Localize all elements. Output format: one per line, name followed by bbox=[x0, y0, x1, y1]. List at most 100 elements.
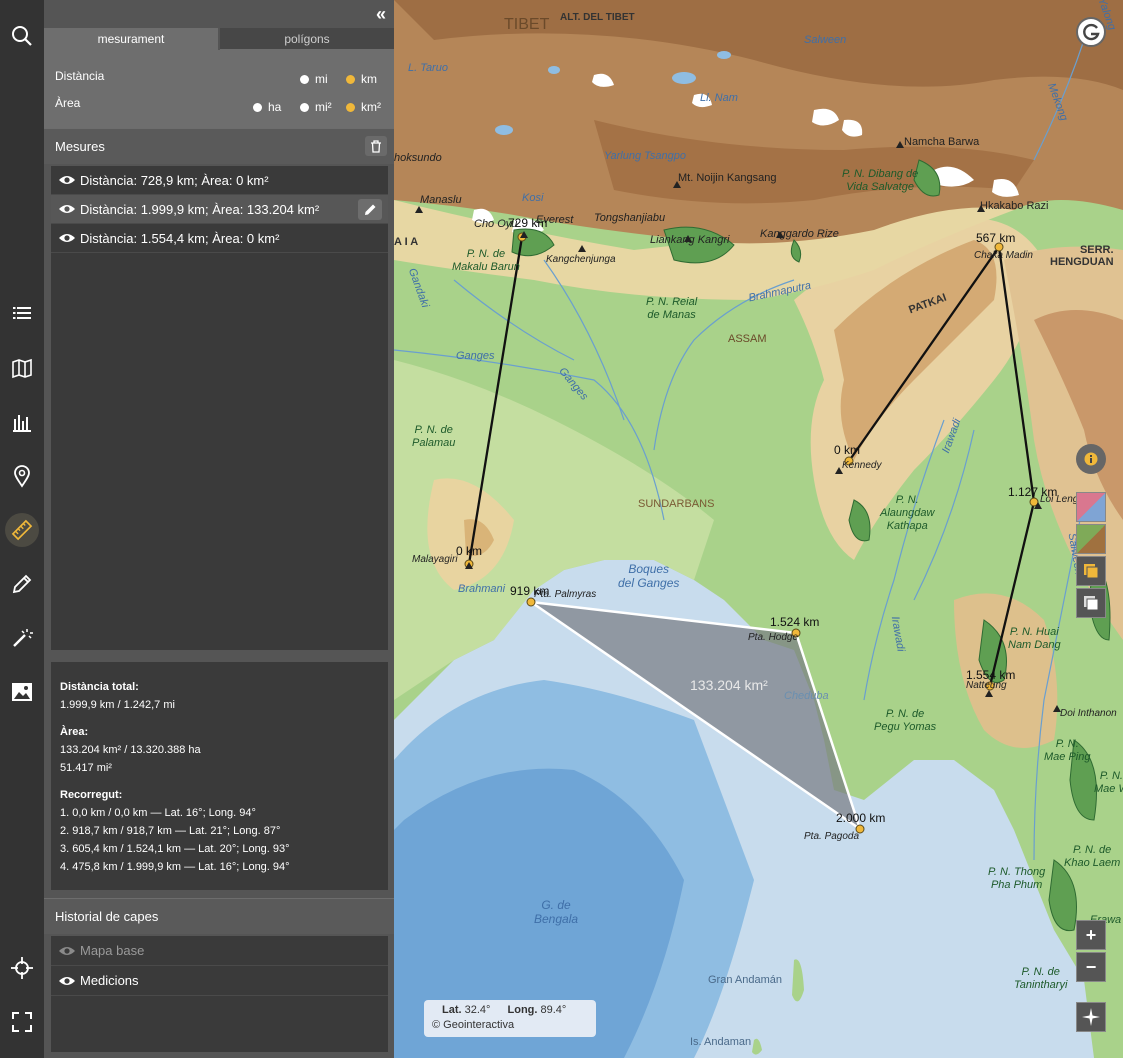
radio-mi2[interactable]: mi² bbox=[300, 100, 332, 114]
radio-ha[interactable]: ha bbox=[253, 100, 281, 114]
layers-stack-icon[interactable] bbox=[1076, 588, 1106, 618]
map-label: Tongshanjiabu bbox=[594, 212, 666, 224]
map-label: P. N. Alaungdaw Kathapa bbox=[880, 494, 935, 532]
radio-dot bbox=[253, 102, 262, 112]
map-label: Kennedy bbox=[842, 460, 882, 471]
long-value: 89.4° bbox=[540, 1004, 567, 1016]
measure-text: Distància: 1.554,4 km; Àrea: 0 km² bbox=[80, 230, 280, 246]
eye-icon[interactable] bbox=[58, 232, 76, 244]
area-value: 133.204 km² / 13.320.388 ha bbox=[60, 744, 201, 756]
map-label: Gran Andamán bbox=[708, 974, 782, 986]
map-label: Ganges bbox=[456, 350, 495, 362]
edit-pencil-icon[interactable] bbox=[358, 199, 382, 220]
map-label: G. de Bengala bbox=[534, 898, 579, 926]
map-book-icon[interactable] bbox=[0, 348, 44, 388]
map-label: Chaka Madin bbox=[974, 250, 1033, 261]
measure-details: Distància total: 1.999,9 km / 1.242,7 mi… bbox=[51, 662, 388, 890]
compass-icon[interactable] bbox=[1076, 1002, 1106, 1032]
map-label: Doi Inthanon bbox=[1060, 708, 1117, 719]
measure-item[interactable]: Distància: 728,9 km; Àrea: 0 km² bbox=[51, 166, 388, 195]
map-label: P. N. de Palamau bbox=[412, 424, 456, 449]
image-icon[interactable] bbox=[0, 672, 44, 712]
radio-label: mi² bbox=[315, 100, 332, 114]
list-icon[interactable] bbox=[0, 293, 44, 333]
layer-item[interactable]: Mapa base bbox=[51, 936, 388, 966]
map-label: Yarlung Tsangpo bbox=[604, 150, 686, 162]
eye-icon[interactable] bbox=[58, 203, 76, 215]
measure-label: 567 km bbox=[976, 231, 1016, 245]
map-label: ASSAM bbox=[728, 333, 767, 345]
map-label: P. N. Mae W bbox=[1094, 770, 1123, 795]
magic-wand-icon[interactable] bbox=[0, 618, 44, 658]
measure-label: 1.554 km bbox=[966, 668, 1016, 682]
measure-label: 729 km bbox=[508, 216, 548, 230]
map-label: Pta. Hodge bbox=[748, 632, 799, 643]
radio-mi[interactable]: mi bbox=[300, 72, 328, 86]
map-label: Namcha Barwa bbox=[904, 136, 980, 148]
map-label: Kanggardo Rize bbox=[760, 228, 839, 240]
zoom-in-button[interactable]: + bbox=[1076, 920, 1106, 950]
tool-rail bbox=[0, 0, 44, 1058]
measure-label: 1.127 km bbox=[1008, 485, 1058, 499]
area-value-mi2: 51.417 mi² bbox=[60, 762, 112, 774]
radio-dot bbox=[346, 102, 355, 112]
route-title: Recorregut: bbox=[60, 789, 123, 801]
lat-value: 32.4° bbox=[464, 1004, 491, 1016]
map-label: Hkakabo Razi bbox=[980, 200, 1049, 212]
layer-style-icon[interactable] bbox=[1076, 492, 1106, 522]
layers-copy-icon[interactable] bbox=[1076, 556, 1106, 586]
map-label: Salween bbox=[804, 34, 847, 46]
measure-label: 0 km bbox=[834, 443, 861, 457]
map-label: hoksundo bbox=[394, 152, 442, 164]
history-title: Historial de capes bbox=[55, 909, 159, 924]
map-label: P. N. Reial de Manas bbox=[646, 296, 698, 321]
area-unit-label: Àrea bbox=[55, 96, 81, 110]
map-label: SERR. HENGDUAN bbox=[1050, 244, 1114, 268]
layer-item[interactable]: Medicions bbox=[51, 966, 388, 996]
map-label: Pta. Pagoda bbox=[804, 831, 860, 842]
map-terrain bbox=[394, 0, 1123, 1058]
map-label: Liankang Kangri bbox=[650, 234, 730, 246]
eye-icon[interactable] bbox=[58, 945, 76, 957]
eye-icon[interactable] bbox=[58, 174, 76, 186]
radio-km[interactable]: km bbox=[346, 72, 377, 86]
map-view[interactable]: TIBET ALT. DEL TIBET Salween Yalong L. T… bbox=[394, 0, 1123, 1058]
map-label: Mt. Noijin Kangsang bbox=[678, 172, 777, 184]
radio-dot bbox=[346, 74, 355, 84]
measure-text: Distància: 1.999,9 km; Àrea: 133.204 km² bbox=[80, 201, 320, 217]
coordinate-readout: Lat. 32.4° Long. 89.4° © Geointeractiva bbox=[424, 1000, 596, 1037]
measure-item-selected[interactable]: Distància: 1.999,9 km; Àrea: 133.204 km² bbox=[51, 195, 388, 224]
fullscreen-icon[interactable] bbox=[0, 1002, 44, 1042]
double-chevron-left-icon[interactable]: « bbox=[376, 5, 386, 23]
measure-label: 1.524 km bbox=[770, 615, 820, 629]
side-panel: « mesurament polígons Distància Àrea mi … bbox=[44, 0, 394, 1058]
zoom-out-button[interactable]: − bbox=[1076, 952, 1106, 982]
chart-bars-icon[interactable] bbox=[0, 402, 44, 442]
search-icon[interactable] bbox=[0, 16, 44, 56]
long-label: Long. bbox=[507, 1004, 538, 1016]
pencil-icon[interactable] bbox=[0, 564, 44, 604]
eye-icon[interactable] bbox=[58, 975, 76, 987]
location-pin-icon[interactable] bbox=[0, 456, 44, 496]
map-label: P. N. Mae Ping bbox=[1044, 738, 1091, 763]
geointeractiva-logo-icon[interactable] bbox=[1076, 17, 1106, 47]
measure-item[interactable]: Distància: 1.554,4 km; Àrea: 0 km² bbox=[51, 224, 388, 253]
map-label: P. N. Thong Pha Phum bbox=[988, 866, 1046, 891]
info-icon[interactable] bbox=[1076, 444, 1106, 474]
radio-km2[interactable]: km² bbox=[346, 100, 381, 114]
ruler-icon[interactable] bbox=[0, 510, 44, 550]
map-label: Kangchenjunga bbox=[546, 254, 616, 265]
map-label: P. N. de Makalu Barun bbox=[452, 248, 520, 273]
crosshair-icon[interactable] bbox=[0, 948, 44, 988]
area-title: Àrea: bbox=[60, 726, 89, 738]
measure-label: 0 km bbox=[456, 544, 483, 558]
tab-measurement[interactable]: mesurament bbox=[44, 28, 218, 50]
map-label: Manaslu bbox=[420, 194, 462, 206]
measures-title: Mesures bbox=[55, 139, 105, 154]
terrain-layer-icon[interactable] bbox=[1076, 524, 1106, 554]
radio-dot bbox=[300, 74, 309, 84]
trash-icon[interactable] bbox=[365, 136, 387, 156]
map-label: Cheduba bbox=[784, 690, 829, 702]
radio-label: mi bbox=[315, 72, 328, 86]
tab-polygons[interactable]: polígons bbox=[220, 28, 394, 50]
